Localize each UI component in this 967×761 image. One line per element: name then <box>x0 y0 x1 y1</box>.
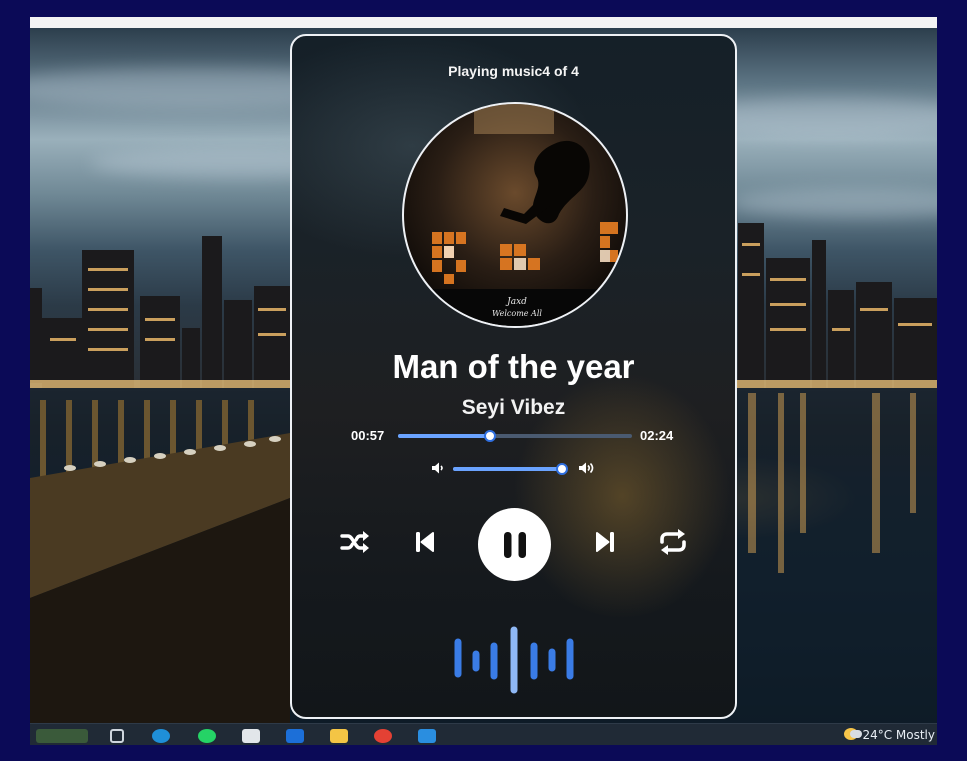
audio-waveform-icon <box>454 626 574 694</box>
artist-name: Seyi Vibez <box>461 396 566 419</box>
store-icon[interactable] <box>242 729 260 743</box>
playing-status: Playing music4 of 4 <box>448 63 579 79</box>
weather-icon <box>844 728 863 740</box>
progress-thumb[interactable] <box>484 430 497 442</box>
volume-thumb[interactable] <box>555 463 568 475</box>
volume-fill <box>453 467 562 471</box>
album-cover: Jaxd Welcome All <box>402 102 628 328</box>
whatsapp-icon[interactable] <box>198 729 216 743</box>
svg-text:Welcome All: Welcome All <box>492 309 542 318</box>
file-explorer-icon[interactable] <box>330 729 348 743</box>
weather-text: 24°C Mostly <box>862 728 935 742</box>
current-time: 00:57 <box>351 428 385 443</box>
progress-fill <box>398 434 491 438</box>
task-view-icon[interactable] <box>110 729 124 743</box>
volume-slider[interactable] <box>453 463 568 475</box>
mail-icon[interactable] <box>286 729 304 743</box>
previous-button[interactable] <box>409 526 441 558</box>
repeat-button[interactable] <box>657 526 689 558</box>
widgets-icon[interactable] <box>36 729 88 743</box>
total-time: 02:24 <box>640 428 674 443</box>
progress-slider[interactable] <box>398 430 632 442</box>
shuffle-button[interactable] <box>339 526 371 558</box>
chrome-icon[interactable] <box>374 729 392 743</box>
volume-high-icon[interactable] <box>578 461 597 475</box>
weather-widget[interactable]: 24°C Mostly <box>844 728 935 742</box>
volume-low-icon[interactable] <box>431 461 447 475</box>
edge-icon[interactable] <box>152 729 170 743</box>
windows-taskbar: 24°C Mostly <box>30 723 937 745</box>
skip-previous-icon <box>416 532 434 552</box>
shuffle-icon <box>340 531 369 553</box>
next-button[interactable] <box>589 526 621 558</box>
song-title: Man of the year <box>392 348 635 385</box>
pause-button[interactable] <box>478 508 551 581</box>
skip-next-icon <box>596 532 614 552</box>
vscode-icon[interactable] <box>418 729 436 743</box>
repeat-icon <box>660 529 686 555</box>
pause-icon <box>503 531 526 558</box>
browser-top-bar <box>30 17 937 28</box>
music-player-card: Playing music4 of 4 Jaxd Welcome All Man… <box>290 34 737 719</box>
svg-text:Jaxd: Jaxd <box>505 297 527 307</box>
